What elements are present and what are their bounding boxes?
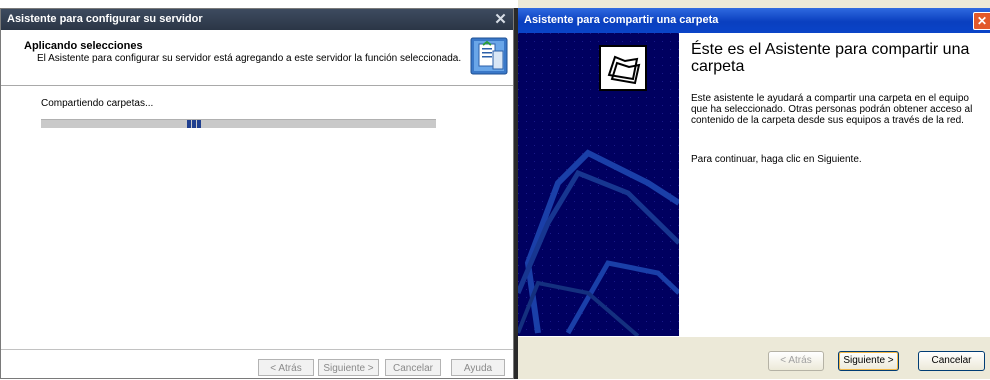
server-wizard-icon [470, 37, 508, 75]
share-folder-wizard: Asistente para compartir una carpeta ✕ É… [518, 0, 990, 379]
intro-paragraph: Este asistente le ayudará a compartir un… [691, 93, 973, 126]
header-title: Aplicando selecciones [24, 40, 143, 52]
folder-icon [599, 45, 647, 91]
back-button[interactable]: < Atrás [258, 359, 314, 376]
left-titlebar: Asistente para configurar su servidor ✕ [1, 9, 513, 30]
close-icon[interactable]: ✕ [492, 11, 509, 28]
help-button[interactable]: Ayuda [451, 359, 505, 376]
continue-instruction: Para continuar, haga clic en Siguiente. [691, 154, 862, 165]
left-wizard-header: Aplicando selecciones El Asistente para … [1, 30, 513, 86]
header-subtitle: El Asistente para configurar su servidor… [37, 53, 462, 64]
back-button[interactable]: < Atrás [768, 351, 824, 371]
next-button[interactable]: Siguiente > [838, 351, 899, 371]
cancel-button[interactable]: Cancelar [918, 351, 985, 371]
next-button[interactable]: Siguiente > [318, 359, 379, 376]
left-window-title: Asistente para configurar su servidor [7, 13, 203, 25]
right-titlebar: Asistente para compartir una carpeta ✕ [518, 8, 990, 33]
cancel-button[interactable]: Cancelar [385, 359, 441, 376]
progress-bar [41, 119, 436, 128]
right-window-title: Asistente para compartir una carpeta [524, 14, 719, 26]
left-footer: < Atrás Siguiente > Cancelar Ayuda [1, 349, 513, 379]
close-icon[interactable]: ✕ [973, 12, 990, 30]
wizard-content: Éste es el Asistente para compartir una … [679, 33, 990, 336]
welcome-heading: Éste es el Asistente para compartir una … [691, 41, 970, 75]
status-text: Compartiendo carpetas... [41, 98, 154, 109]
right-footer: < Atrás Siguiente > Cancelar [518, 336, 990, 380]
progress-block [192, 120, 196, 128]
progress-block [187, 120, 191, 128]
configure-server-wizard: Asistente para configurar su servidor ✕ … [0, 8, 514, 379]
progress-block [197, 120, 201, 128]
wizard-side-panel [518, 33, 679, 336]
